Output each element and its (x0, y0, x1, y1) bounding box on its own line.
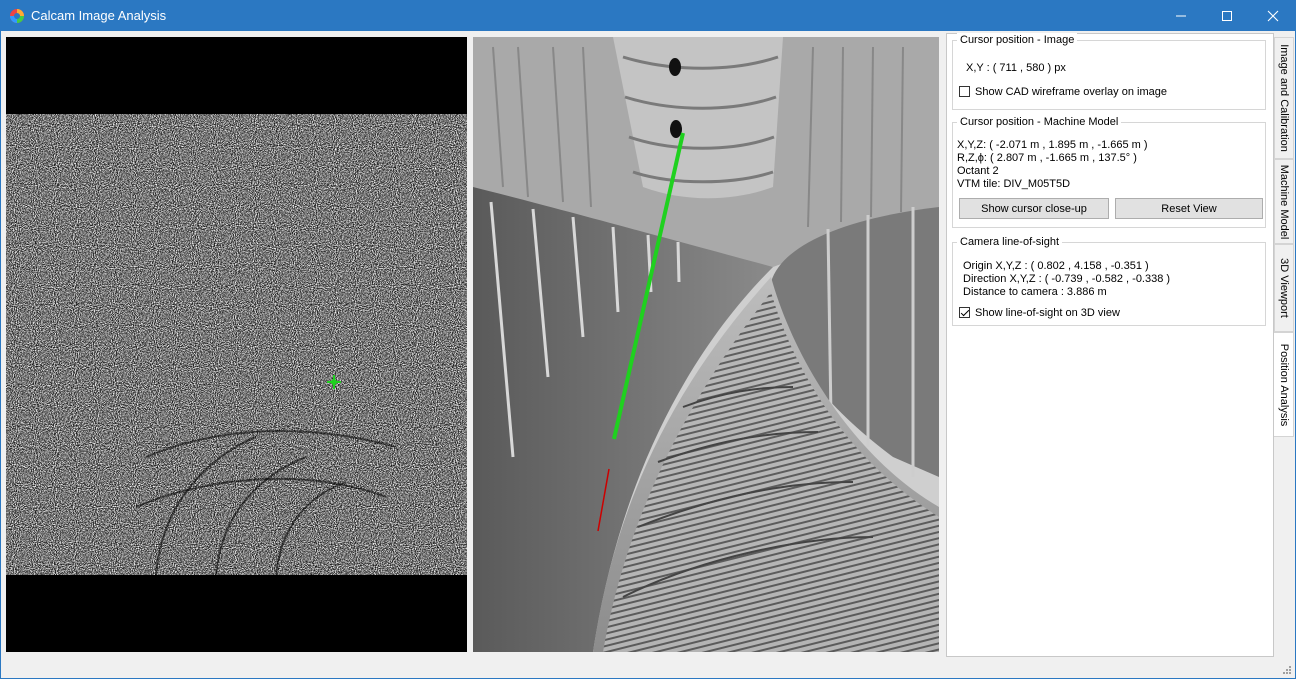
show-line-of-sight-checkbox[interactable] (959, 307, 970, 318)
3d-viewport[interactable] (473, 37, 939, 652)
los-origin: Origin X,Y,Z : ( 0.802 , 4.158 , -0.351 … (963, 260, 1149, 272)
tab-machine-model[interactable]: Machine Model (1274, 159, 1294, 244)
title-bar: Calcam Image Analysis (0, 0, 1296, 31)
position-analysis-panel: Cursor position - Image X,Y : ( 711 , 58… (946, 33, 1274, 657)
cursor-image-group: Cursor position - Image X,Y : ( 711 , 58… (952, 33, 1266, 110)
cursor-image-xy: X,Y : ( 711 , 580 ) px (966, 62, 1066, 74)
tab-3d-viewport[interactable]: 3D Viewport (1274, 244, 1294, 332)
wireframe-overlay-label[interactable]: Show CAD wireframe overlay on image (975, 86, 1167, 99)
cursor-model-vtm-tile: VTM tile: DIV_M05T5D (957, 178, 1071, 190)
wireframe-overlay-checkbox[interactable] (959, 86, 970, 97)
tab-position-analysis[interactable]: Position Analysis (1274, 332, 1294, 437)
reset-view-button[interactable]: Reset View (1115, 198, 1263, 219)
tab-image-and-calibration-label: Image and Calibration (1278, 44, 1290, 152)
cursor-model-xyz: X,Y,Z: ( -2.071 m , 1.895 m , -1.665 m ) (957, 139, 1148, 151)
minimize-button[interactable] (1158, 0, 1204, 31)
cursor-image-group-title: Cursor position - Image (957, 33, 1078, 47)
window-title: Calcam Image Analysis (31, 8, 167, 23)
los-direction: Direction X,Y,Z : ( -0.739 , -0.582 , -0… (963, 273, 1171, 285)
los-distance: Distance to camera : 3.886 m (963, 286, 1107, 298)
cursor-model-group: Cursor position - Machine Model X,Y,Z: (… (952, 115, 1266, 228)
tab-machine-model-label: Machine Model (1278, 164, 1290, 239)
maximize-button[interactable] (1204, 0, 1250, 31)
line-of-sight-group: Camera line-of-sight Origin X,Y,Z : ( 0.… (952, 235, 1266, 326)
cursor-model-rzphi: R,Z,ϕ: ( 2.807 m , -1.665 m , 137.5° ) (957, 152, 1137, 164)
close-icon (1267, 10, 1279, 22)
show-cursor-closeup-button[interactable]: Show cursor close-up (959, 198, 1109, 219)
cursor-model-octant: Octant 2 (957, 165, 999, 177)
tab-image-and-calibration[interactable]: Image and Calibration (1274, 37, 1294, 159)
show-line-of-sight-label[interactable]: Show line-of-sight on 3D view (975, 307, 1120, 320)
camera-image-view[interactable] (6, 37, 467, 652)
line-of-sight-group-title: Camera line-of-sight (957, 235, 1063, 249)
close-button[interactable] (1250, 0, 1296, 31)
resize-grip-icon[interactable] (1282, 665, 1292, 675)
tab-position-analysis-label: Position Analysis (1277, 343, 1290, 426)
cursor-model-group-title: Cursor position - Machine Model (957, 115, 1122, 129)
maximize-icon (1222, 11, 1232, 21)
window-border-left (0, 31, 1, 679)
calcam-logo-icon (10, 9, 24, 23)
minimize-icon (1176, 15, 1186, 17)
tab-3d-viewport-label: 3D Viewport (1278, 258, 1290, 318)
